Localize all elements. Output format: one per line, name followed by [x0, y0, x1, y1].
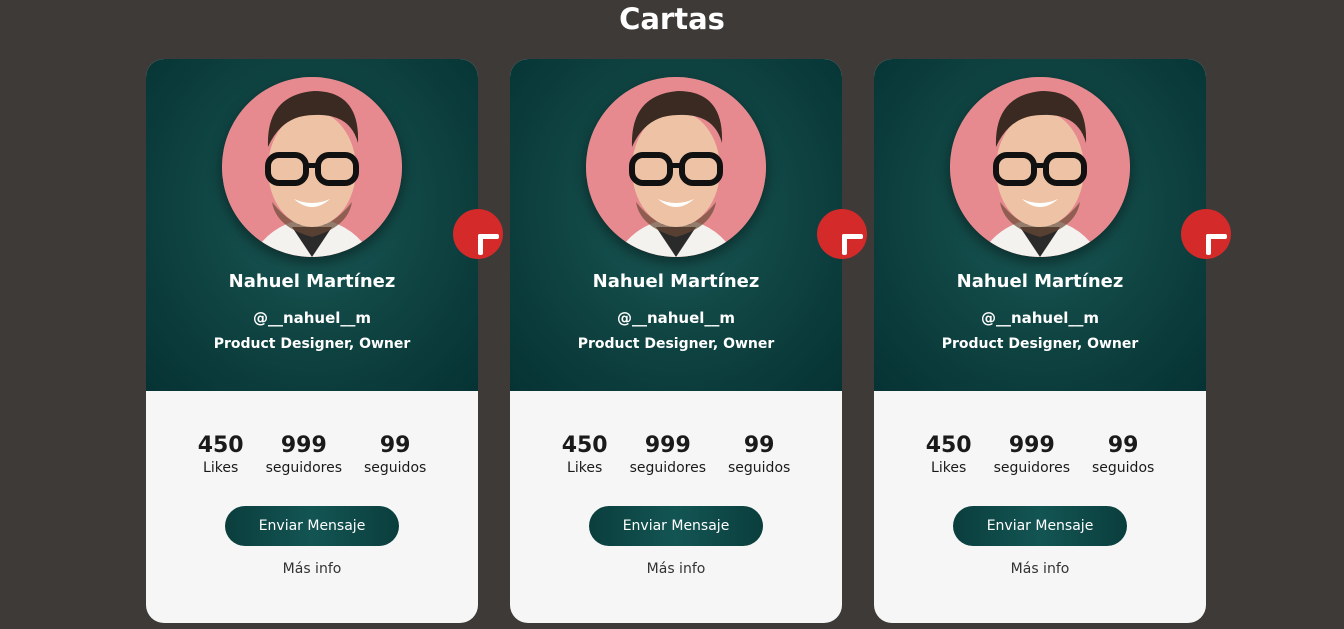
- stat-label: Likes: [567, 460, 603, 476]
- stats-row: 450 Likes 999 seguidores 99 seguidos: [146, 433, 478, 477]
- send-message-button[interactable]: Enviar Mensaje: [225, 506, 399, 546]
- avatar-photo: [586, 77, 766, 257]
- profile-role: Product Designer, Owner: [213, 336, 411, 352]
- profile-handle: @__nahuel__m: [616, 309, 736, 327]
- stat-value: 99: [379, 433, 411, 458]
- more-info-link[interactable]: Más info: [874, 558, 1206, 580]
- stat-following: 99 seguidos: [364, 433, 426, 477]
- stat-label: seguidos: [728, 460, 791, 476]
- profile-role: Product Designer, Owner: [941, 336, 1139, 352]
- stat-label: Likes: [203, 460, 239, 476]
- stat-label: seguidores: [629, 460, 706, 476]
- stat-likes: 450 Likes: [926, 433, 972, 477]
- profile-name: Nahuel Martínez: [956, 271, 1124, 292]
- avatar: [586, 77, 766, 257]
- stat-value: 99: [1107, 433, 1139, 458]
- add-button[interactable]: [453, 209, 503, 259]
- add-button[interactable]: [1181, 209, 1231, 259]
- card-header: Nahuel Martínez @__nahuel__m Product Des…: [146, 59, 478, 391]
- stat-value: 450: [197, 433, 244, 458]
- profile-card: Nahuel Martínez @__nahuel__m Product Des…: [874, 59, 1231, 623]
- profile-card: Nahuel Martínez @__nahuel__m Product Des…: [510, 59, 867, 623]
- stat-label: Likes: [931, 460, 967, 476]
- stats-row: 450 Likes 999 seguidores 99 seguidos: [874, 433, 1206, 477]
- send-message-button[interactable]: Enviar Mensaje: [953, 506, 1127, 546]
- stat-following: 99 seguidos: [1092, 433, 1154, 477]
- more-info-link[interactable]: Más info: [510, 558, 842, 580]
- profile-handle: @__nahuel__m: [252, 309, 372, 327]
- stat-followers: 999 seguidores: [994, 433, 1070, 477]
- page-title: Cartas: [619, 2, 725, 36]
- avatar-photo: [950, 77, 1130, 257]
- more-info-link[interactable]: Más info: [146, 558, 478, 580]
- stat-value: 99: [743, 433, 775, 458]
- stat-followers: 999 seguidores: [266, 433, 342, 477]
- profile-name: Nahuel Martínez: [592, 271, 760, 292]
- profile-name: Nahuel Martínez: [228, 271, 396, 292]
- stat-likes: 450 Likes: [562, 433, 608, 477]
- card-header: Nahuel Martínez @__nahuel__m Product Des…: [874, 59, 1206, 391]
- stats-row: 450 Likes 999 seguidores 99 seguidos: [510, 433, 842, 477]
- stat-value: 450: [925, 433, 972, 458]
- card-header: Nahuel Martínez @__nahuel__m Product Des…: [510, 59, 842, 391]
- stat-label: seguidores: [993, 460, 1070, 476]
- card-list: Nahuel Martínez @__nahuel__m Product Des…: [146, 59, 1231, 623]
- stat-label: seguidos: [364, 460, 427, 476]
- stat-value: 999: [1008, 433, 1055, 458]
- profile-handle: @__nahuel__m: [980, 309, 1100, 327]
- stat-following: 99 seguidos: [728, 433, 790, 477]
- stat-label: seguidos: [1092, 460, 1155, 476]
- stat-value: 999: [644, 433, 691, 458]
- stat-value: 999: [280, 433, 327, 458]
- add-button[interactable]: [817, 209, 867, 259]
- avatar-photo: [222, 77, 402, 257]
- profile-card: Nahuel Martínez @__nahuel__m Product Des…: [146, 59, 503, 623]
- stat-value: 450: [561, 433, 608, 458]
- avatar: [222, 77, 402, 257]
- send-message-button[interactable]: Enviar Mensaje: [589, 506, 763, 546]
- stat-likes: 450 Likes: [198, 433, 244, 477]
- avatar: [950, 77, 1130, 257]
- stat-followers: 999 seguidores: [630, 433, 706, 477]
- profile-role: Product Designer, Owner: [577, 336, 775, 352]
- stat-label: seguidores: [265, 460, 342, 476]
